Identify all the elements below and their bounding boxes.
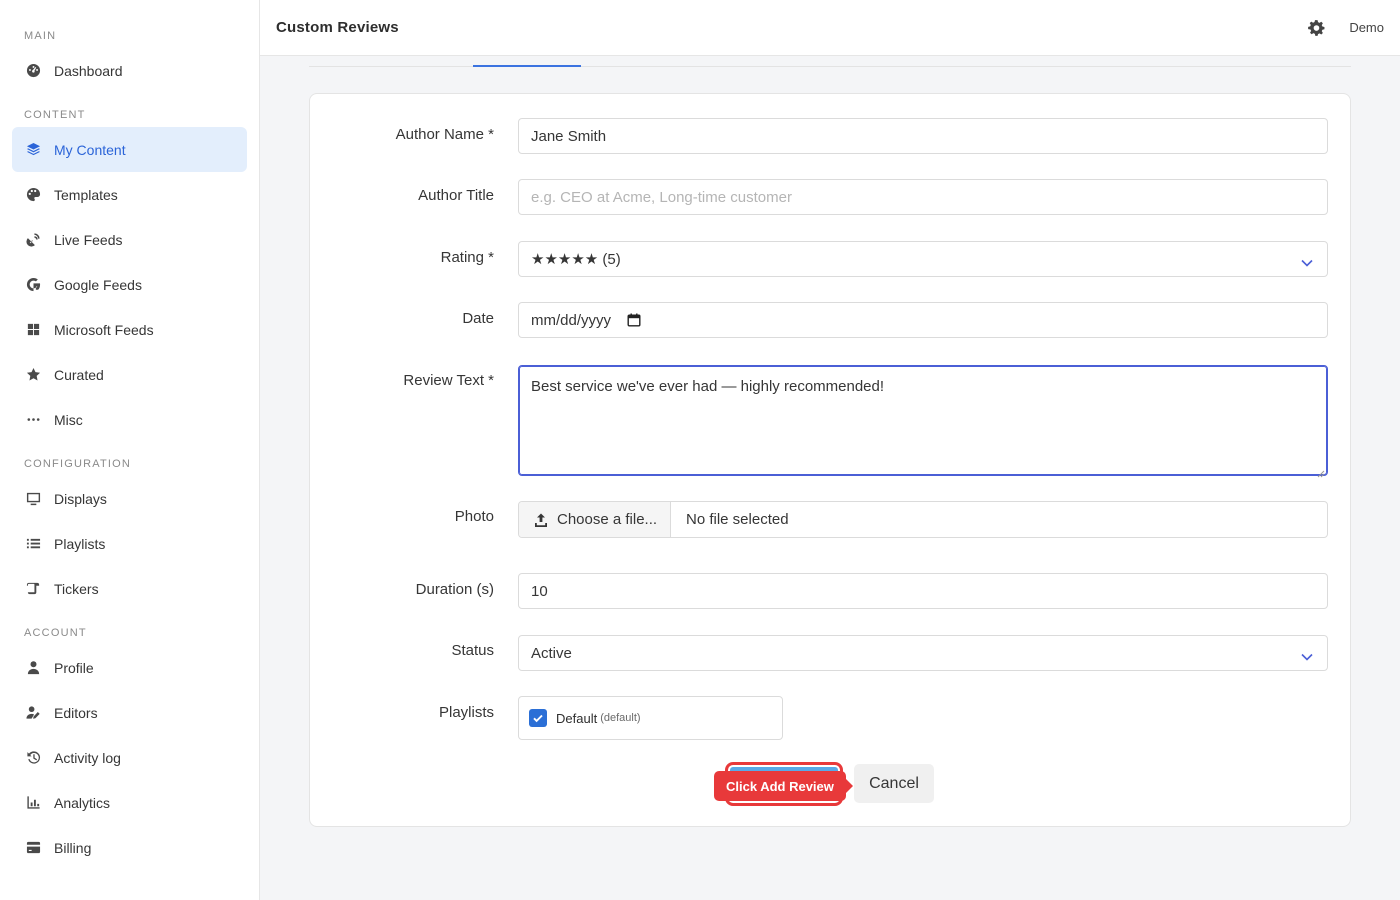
sidebar-item-label: Misc <box>54 411 83 428</box>
sidebar-item-microsoft-feeds[interactable]: Microsoft Feeds <box>12 307 247 352</box>
rating-label: Rating * <box>440 249 494 266</box>
satellite-dish-icon <box>24 231 42 249</box>
date-value: mm/dd/yyyy <box>531 311 612 329</box>
layers-icon <box>24 141 42 159</box>
chart-icon <box>24 794 42 812</box>
list-icon <box>24 535 42 553</box>
dashboard-icon <box>24 62 42 80</box>
author-name-input[interactable]: Jane Smith <box>518 118 1328 154</box>
tab-active-indicator <box>473 65 581 67</box>
author-name-value: Jane Smith <box>531 127 607 145</box>
author-name-label: Author Name * <box>395 126 494 143</box>
duration-label: Duration (s) <box>415 581 494 598</box>
user-edit-icon <box>24 704 42 722</box>
top-bar: Custom Reviews Demo <box>260 0 1400 56</box>
sidebar-item-my-content[interactable]: My Content <box>12 127 247 172</box>
sidebar-item-label: Editors <box>54 704 98 721</box>
add-review-tooltip: Click Add Review <box>714 771 853 801</box>
playlist-default-checkbox[interactable] <box>529 709 547 727</box>
sidebar-item-label: Billing <box>54 839 92 856</box>
sidebar-item-label: Templates <box>54 186 118 203</box>
status-value: Active <box>531 644 572 662</box>
duration-input[interactable]: 10 <box>518 573 1328 609</box>
review-form-card: Author Name * Jane Smith Author Title e.… <box>309 93 1351 827</box>
page-title: Custom Reviews <box>276 19 399 36</box>
playlists-box: Default (default) <box>518 696 783 740</box>
user-menu[interactable]: Demo <box>1349 20 1384 35</box>
sidebar-item-label: Profile <box>54 659 94 676</box>
sidebar-item-profile[interactable]: Profile <box>12 645 247 690</box>
sidebar-item-displays[interactable]: Displays <box>12 476 247 521</box>
review-text-textarea[interactable]: Best service we've ever had — highly rec… <box>518 365 1328 478</box>
upload-icon <box>533 512 549 528</box>
sidebar-item-live-feeds[interactable]: Live Feeds <box>12 217 247 262</box>
review-text-label: Review Text * <box>403 372 494 389</box>
sidebar-item-curated[interactable]: Curated <box>12 352 247 397</box>
windows-icon <box>24 321 42 339</box>
sidebar-item-editors[interactable]: Editors <box>12 690 247 735</box>
sidebar-item-label: Live Feeds <box>54 231 123 248</box>
sidebar-item-label: Google Feeds <box>54 276 142 293</box>
status-select[interactable]: Active <box>518 635 1328 671</box>
date-label: Date <box>462 310 494 327</box>
palette-icon <box>24 186 42 204</box>
sidebar: MAIN Dashboard CONTENT My Content Templa… <box>0 0 260 900</box>
status-label: Status <box>451 642 494 659</box>
gear-icon[interactable] <box>1307 19 1325 37</box>
author-title-label: Author Title <box>418 187 494 204</box>
sidebar-item-dashboard[interactable]: Dashboard <box>12 48 247 93</box>
sidebar-item-playlists[interactable]: Playlists <box>12 521 247 566</box>
monitor-icon <box>24 490 42 508</box>
section-label-main: MAIN <box>24 30 57 42</box>
section-label-account: ACCOUNT <box>24 627 87 639</box>
credit-card-icon <box>24 839 42 857</box>
resize-handle-icon[interactable] <box>1317 465 1325 478</box>
sidebar-item-activity-log[interactable]: Activity log <box>12 735 247 780</box>
author-title-input[interactable]: e.g. CEO at Acme, Long-time customer <box>518 179 1328 215</box>
sidebar-item-label: Displays <box>54 490 107 507</box>
sidebar-item-billing[interactable]: Billing <box>12 825 247 870</box>
sidebar-item-google-feeds[interactable]: Google Feeds <box>12 262 247 307</box>
author-title-placeholder: e.g. CEO at Acme, Long-time customer <box>531 188 792 206</box>
history-icon <box>24 749 42 767</box>
sidebar-item-label: Analytics <box>54 794 111 811</box>
duration-value: 10 <box>531 582 548 600</box>
user-icon <box>24 659 42 677</box>
sidebar-item-label: Microsoft Feeds <box>54 321 154 338</box>
photo-label: Photo <box>454 508 494 525</box>
photo-file-input[interactable]: Choose a file... No file selected <box>518 501 1328 538</box>
choose-file-label: Choose a file... <box>557 511 658 528</box>
section-label-content: CONTENT <box>24 109 86 121</box>
review-text-value: Best service we've ever had — highly rec… <box>531 378 885 395</box>
sidebar-item-label: Curated <box>54 366 104 383</box>
calendar-icon[interactable] <box>627 313 641 327</box>
star-icon <box>24 366 42 384</box>
google-icon <box>24 276 42 294</box>
date-input[interactable]: mm/dd/yyyy <box>518 302 1328 338</box>
rating-value: ★★★★★ (5) <box>531 251 621 268</box>
chevron-down-icon <box>1301 254 1313 267</box>
sidebar-item-label: Playlists <box>54 535 106 552</box>
file-name: No file selected <box>686 511 789 528</box>
playlists-label: Playlists <box>438 704 494 721</box>
scroll-icon <box>24 580 42 598</box>
ellipsis-icon <box>24 411 42 429</box>
chevron-down-icon <box>1301 648 1313 661</box>
playlist-default-name: Default <box>556 710 598 726</box>
playlist-default-tag: (default) <box>600 712 641 724</box>
tabs-divider <box>309 66 1351 67</box>
sidebar-item-label: Activity log <box>54 749 121 766</box>
sidebar-item-label: My Content <box>54 141 126 158</box>
sidebar-item-templates[interactable]: Templates <box>12 172 247 217</box>
rating-select[interactable]: ★★★★★ (5) <box>518 241 1328 277</box>
choose-file-button[interactable]: Choose a file... <box>519 502 671 537</box>
cancel-button[interactable]: Cancel <box>854 764 934 803</box>
sidebar-item-tickers[interactable]: Tickers <box>12 566 247 611</box>
section-label-configuration: CONFIGURATION <box>24 458 132 470</box>
sidebar-item-misc[interactable]: Misc <box>12 397 247 442</box>
sidebar-item-label: Dashboard <box>54 62 123 79</box>
sidebar-item-label: Tickers <box>54 580 99 597</box>
sidebar-item-analytics[interactable]: Analytics <box>12 780 247 825</box>
